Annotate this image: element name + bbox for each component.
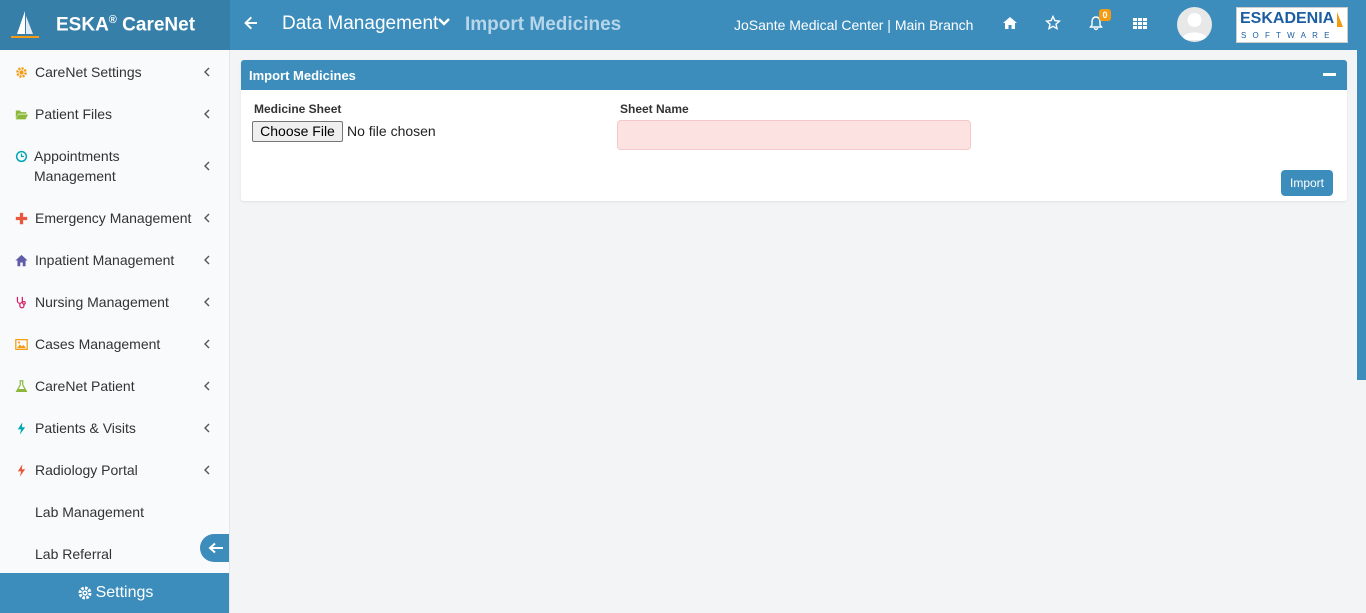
branch-name[interactable]: JoSante Medical Center | Main Branch <box>734 17 973 33</box>
vendor-sail-icon <box>1337 12 1343 27</box>
chevron-left-icon <box>204 423 210 433</box>
sidebar-item-label: CareNet Patient <box>35 378 135 394</box>
import-medicines-panel: Import Medicines Medicine Sheet Choose F… <box>241 60 1347 201</box>
sidebar-item-label-line2: Management <box>34 168 116 184</box>
sidebar-item-label: Lab Management <box>35 504 144 520</box>
sailboat-logo-icon <box>8 8 42 42</box>
gear-icon <box>16 67 27 78</box>
chevron-left-icon <box>204 213 210 223</box>
sidebar-item-cases-management[interactable]: Cases Management <box>0 334 229 354</box>
sidebar-item-label: Patients & Visits <box>35 420 136 436</box>
bolt-icon <box>17 464 26 477</box>
sidebar-item-label: Cases Management <box>35 336 161 352</box>
stethoscope-icon <box>16 296 26 309</box>
chevron-left-icon <box>204 255 210 265</box>
sidebar-item-radiology-portal[interactable]: Radiology Portal <box>0 460 229 480</box>
chevron-left-icon <box>204 381 210 391</box>
choose-file-button[interactable]: Choose File <box>252 121 343 142</box>
sidebar-item-label: Inpatient Management <box>35 252 175 268</box>
sidebar-item-label: Nursing Management <box>35 294 169 310</box>
sidebar-item-carenet-settings[interactable]: CareNet Settings <box>0 62 229 82</box>
home-icon <box>15 254 28 267</box>
vendor-logo-sub: SOFTWARE <box>1241 31 1336 40</box>
user-avatar[interactable] <box>1177 7 1212 42</box>
chevron-left-icon <box>204 161 210 171</box>
grid-icon[interactable] <box>1132 15 1152 35</box>
sheet-name-label: Sheet Name <box>620 102 689 116</box>
sidebar-item-lab-management[interactable]: Lab Management <box>0 502 229 522</box>
sidebar: CareNet Settings Patient Files Appointme… <box>0 50 230 613</box>
collapse-sidebar-button[interactable] <box>200 534 229 562</box>
sidebar-item-appointments-management[interactable]: Appointments Management <box>0 146 229 186</box>
clock-icon <box>15 150 28 163</box>
top-bar: ESKA® CareNet Data Management Import Med… <box>0 0 1366 50</box>
sidebar-item-carenet-patient[interactable]: CareNet Patient <box>0 376 229 396</box>
chevron-down-icon[interactable] <box>437 15 453 35</box>
settings-label: Settings <box>95 584 154 601</box>
home-icon[interactable] <box>1002 15 1022 35</box>
arrow-left-icon <box>208 542 223 554</box>
star-icon[interactable] <box>1044 14 1065 35</box>
sidebar-item-label: Patient Files <box>35 106 113 122</box>
minimize-icon[interactable] <box>1323 73 1336 76</box>
sidebar-item-label: Lab Referral <box>35 546 113 562</box>
panel-header: Import Medicines <box>241 60 1347 90</box>
sidebar-item-inpatient-management[interactable]: Inpatient Management <box>0 250 229 270</box>
sidebar-item-lab-referral[interactable]: Lab Referral <box>0 544 229 564</box>
folder-open-icon <box>15 110 28 120</box>
chevron-left-icon <box>204 297 210 307</box>
sidebar-item-label: Radiology Portal <box>35 462 138 478</box>
vendor-logo-main: ESKADENIA <box>1240 10 1335 27</box>
sidebar-item-label: Emergency Management <box>35 210 192 226</box>
sidebar-item-emergency-management[interactable]: Emergency Management <box>0 208 229 228</box>
import-button[interactable]: Import <box>1281 170 1333 196</box>
medicine-sheet-label: Medicine Sheet <box>254 102 342 116</box>
chevron-left-icon <box>204 67 210 77</box>
image-icon <box>15 339 28 350</box>
sidebar-item-patients-visits[interactable]: Patients & Visits <box>0 418 229 438</box>
chevron-left-icon <box>204 109 210 119</box>
notification-count-badge: 0 <box>1099 9 1111 21</box>
brand-name: ESKA® CareNet <box>56 13 196 36</box>
back-arrow-icon[interactable] <box>243 15 261 35</box>
file-status-text: No file chosen <box>347 123 436 139</box>
vertical-scrollbar[interactable] <box>1357 50 1366 380</box>
sidebar-item-patient-files[interactable]: Patient Files <box>0 104 229 124</box>
plus-icon <box>15 212 28 225</box>
breadcrumb-section[interactable]: Data Management <box>282 13 438 35</box>
settings-button[interactable]: Settings <box>0 573 229 613</box>
flask-icon <box>15 380 28 392</box>
sidebar-item-label: CareNet Settings <box>35 64 142 80</box>
vendor-logo: ESKADENIA SOFTWARE <box>1236 7 1348 43</box>
gear-icon <box>78 586 92 600</box>
sidebar-item-nursing-management[interactable]: Nursing Management <box>0 292 229 312</box>
panel-title: Import Medicines <box>249 68 356 83</box>
bolt-icon <box>17 422 26 435</box>
breadcrumb-current-page: Import Medicines <box>465 14 622 35</box>
brand[interactable]: ESKA® CareNet <box>0 0 230 50</box>
sheet-name-input[interactable] <box>617 120 971 150</box>
chevron-left-icon <box>204 339 210 349</box>
sidebar-item-label: Appointments <box>34 148 120 164</box>
chevron-left-icon <box>204 465 210 475</box>
